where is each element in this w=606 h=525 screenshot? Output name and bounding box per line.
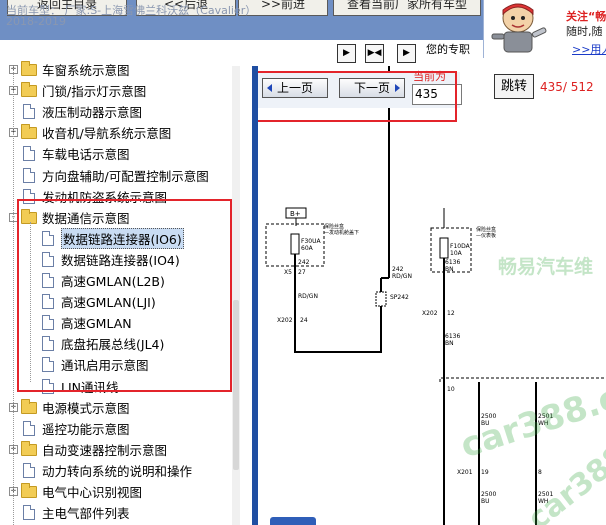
folder-icon xyxy=(21,398,37,414)
fuse-1-amp: 60A xyxy=(301,245,314,252)
nav-expand-button[interactable]: ▶ xyxy=(397,44,416,63)
mechanic-mascot-icon xyxy=(491,3,547,53)
tree-item-label: 主电气部件列表 xyxy=(42,506,130,521)
folder-icon xyxy=(21,482,37,498)
wire-242-label: 242 xyxy=(298,259,310,266)
x202-label: X202 xyxy=(277,317,293,324)
highlight-box-tree xyxy=(17,199,232,392)
tree-doc-item[interactable]: 液压制动器示意图 xyxy=(21,101,142,122)
tree-folder-item[interactable]: 车窗系统示意图 xyxy=(21,59,130,80)
pin-10: 10 xyxy=(447,386,455,393)
x202-pin: 24 xyxy=(300,317,308,324)
tree-item-label: 方向盘辅助/可配置控制示意图 xyxy=(42,169,209,184)
view-all-models-button[interactable]: 查看当前厂家所有车型 xyxy=(333,0,481,16)
nav-toggle-button[interactable]: ▶◀ xyxy=(365,44,384,63)
tree-item-label: 车窗系统示意图 xyxy=(42,63,130,78)
wire-242b-label: 242 xyxy=(392,266,404,273)
wire-bn-b-label: BN xyxy=(445,340,454,347)
app-window: 返回主目录 <<后退 >>前进 查看当前厂家所有车型 关注“畅 随时,随 >>用… xyxy=(0,0,606,525)
tree-item-label: 动力转向系统的说明和操作 xyxy=(42,464,193,479)
jump-button[interactable]: 跳转 xyxy=(494,74,534,99)
tree-doc-item[interactable]: 动力转向系统的说明和操作 xyxy=(21,460,192,481)
promo-title: 关注“畅 xyxy=(566,10,606,23)
tree-item-label: 遥控功能示意图 xyxy=(42,422,130,437)
tree-item-label: 自动变速器控制示意图 xyxy=(42,443,168,458)
page-count: 435/ 512 xyxy=(540,80,594,94)
sp242-splice xyxy=(375,291,387,307)
wire-bn-label: BN xyxy=(445,266,454,273)
promo-link[interactable]: >>用人 xyxy=(572,41,606,57)
wire-2500b-label: 2500 xyxy=(481,491,496,498)
wire-rdgn-label: RD/GN xyxy=(298,293,318,300)
nav-collapse-button[interactable]: ▶ xyxy=(337,44,356,63)
document-icon xyxy=(23,104,35,119)
watermark-text-1: 畅易汽车维 xyxy=(498,256,594,278)
tree-item-label: 电源模式示意图 xyxy=(42,401,130,416)
tree-folder-item[interactable]: 门锁/指示灯示意图 xyxy=(21,80,146,101)
tree-doc-item[interactable]: 车载电话示意图 xyxy=(21,143,130,164)
fuse-2-symbol xyxy=(439,237,449,259)
tree-folder-item[interactable]: 电气中心识别视图 xyxy=(21,481,142,502)
tree-item-label: 门锁/指示灯示意图 xyxy=(42,84,147,99)
x5-label: X5 xyxy=(284,269,292,276)
tree-doc-item[interactable]: 方向盘辅助/可配置控制示意图 xyxy=(21,165,209,186)
folder-icon xyxy=(21,123,37,139)
folder-icon xyxy=(21,81,37,97)
x201-pin8: 8 xyxy=(538,469,542,476)
fuse-2-name: F10DA xyxy=(450,243,471,250)
module-box xyxy=(439,377,606,382)
x202b-label: X202 xyxy=(422,310,438,317)
wiring-diagram-panel: B+ F30UA 60A 保险丝盒 —发动机舱盖下 X5 27 242 RD/G… xyxy=(258,66,606,525)
my-special-label: 您的专职 xyxy=(426,43,470,56)
document-icon xyxy=(23,421,35,436)
tree-folder-item[interactable]: 自动变速器控制示意图 xyxy=(21,439,167,460)
splitter-bar[interactable] xyxy=(252,66,258,525)
current-car-years: 2018-2019 xyxy=(6,15,66,28)
fuse-2-amp: 10A xyxy=(450,250,463,257)
fuse-2-desc2: —仪表板 xyxy=(476,232,496,239)
fuse-1-desc1: 保险丝盒 xyxy=(324,223,344,230)
wire-6136-label: 6136 xyxy=(445,259,460,266)
bottom-tab[interactable] xyxy=(270,517,316,525)
b-plus-label: B+ xyxy=(290,210,301,218)
document-icon xyxy=(23,505,35,520)
folder-icon xyxy=(21,440,37,456)
x202b-pin: 12 xyxy=(447,310,455,317)
tree-doc-item[interactable]: 主电气部件列表 xyxy=(21,502,130,523)
sp242-label: SP242 xyxy=(390,294,409,301)
folder-icon xyxy=(21,60,37,76)
fuse-1-desc2: —发动机舱盖下 xyxy=(324,229,359,236)
sidebar-scrollbar-thumb[interactable] xyxy=(233,300,239,470)
wire-rdgn-b-label: RD/GN xyxy=(392,273,412,280)
document-icon xyxy=(23,463,35,478)
tree-item-label: 车载电话示意图 xyxy=(42,147,130,162)
promo-text: 随时,随 xyxy=(566,25,603,38)
x201-pin19: 19 xyxy=(481,469,489,476)
document-icon xyxy=(23,168,35,183)
tree-folder-item[interactable]: 收音机/导航系统示意图 xyxy=(21,122,171,143)
document-icon xyxy=(23,146,35,161)
fuse-1-name: F30UA xyxy=(301,238,321,245)
x201-label: X201 xyxy=(457,469,473,476)
wiring-diagram: B+ F30UA 60A 保险丝盒 —发动机舱盖下 X5 27 242 RD/G… xyxy=(265,66,606,525)
tree-item-label: 电气中心识别视图 xyxy=(42,485,143,500)
fuse-2-desc1: 保险丝盒 xyxy=(476,226,496,233)
highlight-box-pager xyxy=(252,71,457,122)
wire-bu-b-label: BU xyxy=(481,498,490,505)
tree-guide-line xyxy=(13,66,14,525)
tree-folder-item[interactable]: 电源模式示意图 xyxy=(21,397,130,418)
fuse-1-symbol xyxy=(290,233,300,255)
tree-doc-item[interactable]: 遥控功能示意图 xyxy=(21,418,130,439)
tree-item-label: 液压制动器示意图 xyxy=(42,105,143,120)
tree-item-label: 收音机/导航系统示意图 xyxy=(42,126,172,141)
x5-pin: 27 xyxy=(298,269,306,276)
wire-6136b-label: 6136 xyxy=(445,333,460,340)
